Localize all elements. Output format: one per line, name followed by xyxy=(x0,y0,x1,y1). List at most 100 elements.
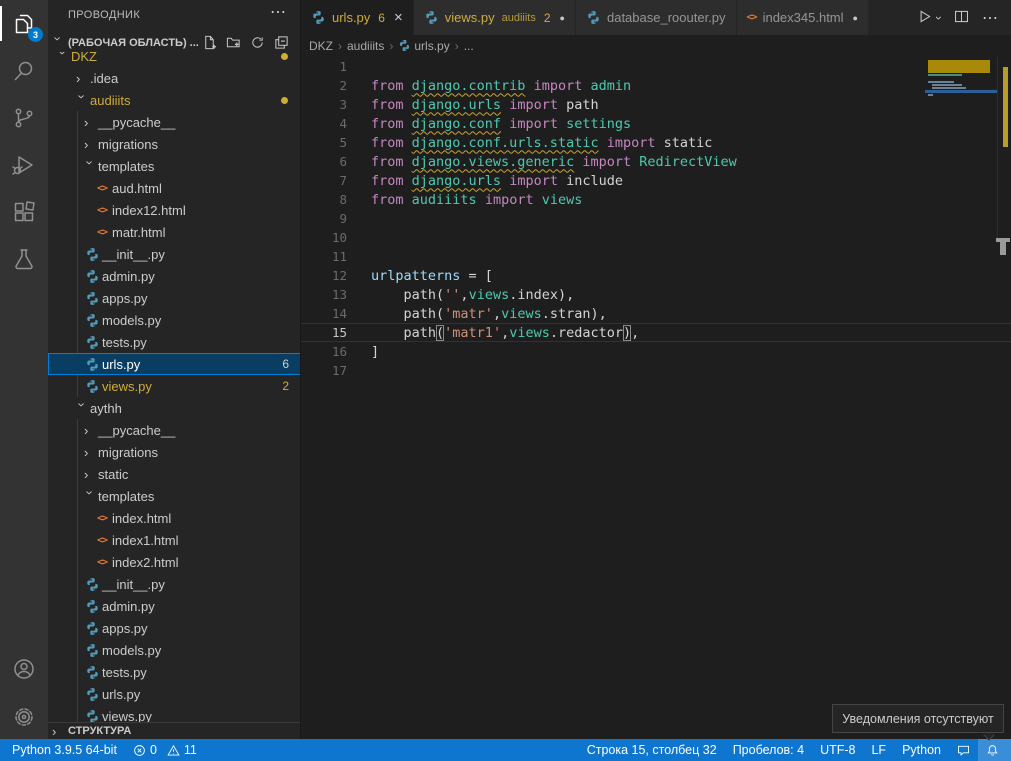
activity-account-icon[interactable] xyxy=(0,645,48,692)
more-actions-icon[interactable]: ⋯ xyxy=(982,8,999,28)
tree-file-views.py[interactable]: views.py2 xyxy=(48,375,301,397)
activity-run-debug-icon[interactable] xyxy=(0,141,48,188)
workspace-section-header[interactable]: › (РАБОЧАЯ ОБЛАСТЬ) ... xyxy=(48,33,300,52)
tree-folder-.idea[interactable]: ›.idea xyxy=(48,67,301,89)
python-interpreter-status[interactable]: Python 3.9.5 64-bit xyxy=(0,739,125,761)
activity-source-control-icon[interactable] xyxy=(0,94,48,141)
status-eol[interactable]: LF xyxy=(863,739,894,761)
tree-folder-DKZ[interactable]: ›DKZ xyxy=(48,52,301,67)
tree-folder-migrations[interactable]: ›migrations xyxy=(48,133,301,155)
problems-count-badge: 2 xyxy=(282,379,289,393)
tree-file-index.html[interactable]: <>index.html xyxy=(48,507,301,529)
status-encoding[interactable]: UTF-8 xyxy=(812,739,863,761)
code-editor[interactable]: 12from django.contrib import admin3from … xyxy=(301,57,1011,739)
tree-file-urls.py[interactable]: urls.py6 xyxy=(48,353,301,375)
tree-file-admin.py[interactable]: admin.py xyxy=(48,265,301,287)
code-line-5: 5from django.conf.urls.static import sta… xyxy=(301,133,1011,152)
notification-tooltip: Уведомления отсутствуют xyxy=(832,704,1004,733)
tab-views.py[interactable]: views.pyaudiiits2● xyxy=(414,0,576,35)
notifications-bell-icon[interactable] xyxy=(978,739,1011,761)
tree-folder-static[interactable]: ›static xyxy=(48,463,301,485)
editor-tab-bar: urls.py6×views.pyaudiiits2●database_roou… xyxy=(301,0,1011,35)
tree-file-admin.py[interactable]: admin.py xyxy=(48,595,301,617)
refresh-icon[interactable] xyxy=(248,34,266,52)
tree-item-label: views.py xyxy=(102,709,152,723)
activity-extensions-icon[interactable] xyxy=(0,188,48,235)
tree-item-label: tests.py xyxy=(102,335,147,350)
tree-folder-aythh[interactable]: ›aythh xyxy=(48,397,301,419)
python-file-icon xyxy=(84,313,100,328)
tree-file-models.py[interactable]: models.py xyxy=(48,309,301,331)
breadcrumb-item[interactable]: DKZ xyxy=(309,39,333,53)
status-language-mode[interactable]: Python xyxy=(894,739,949,761)
chevron-right-icon: › xyxy=(84,138,96,151)
python-file-icon xyxy=(424,10,439,25)
tab-database_roouter.py[interactable]: database_roouter.py xyxy=(576,0,737,35)
tree-item-label: index12.html xyxy=(112,203,186,218)
collapse-all-icon[interactable] xyxy=(272,34,290,52)
tree-item-label: models.py xyxy=(102,643,161,658)
tree-file-__init__.py[interactable]: __init__.py xyxy=(48,243,301,265)
tree-file-aud.html[interactable]: <>aud.html xyxy=(48,177,301,199)
code-line-12: 12urlpatterns = [ xyxy=(301,266,1011,285)
tree-folder-templates[interactable]: ›templates xyxy=(48,485,301,507)
feedback-icon[interactable] xyxy=(949,739,978,761)
close-icon[interactable]: × xyxy=(394,9,403,26)
chevron-right-icon: › xyxy=(76,72,88,85)
overview-ruler-warning-marker xyxy=(1003,67,1008,147)
code-line-14: 14 path('matr',views.stran), xyxy=(301,304,1011,323)
code-line-17: 17 xyxy=(301,361,1011,380)
tab-index345.html[interactable]: <>index345.html● xyxy=(737,0,869,35)
problems-status[interactable]: 0 11 xyxy=(125,739,205,761)
tree-file-apps.py[interactable]: apps.py xyxy=(48,287,301,309)
tree-file-tests.py[interactable]: tests.py xyxy=(48,661,301,683)
tree-file-urls.py[interactable]: urls.py xyxy=(48,683,301,705)
tree-file-tests.py[interactable]: tests.py xyxy=(48,331,301,353)
breadcrumb-item[interactable]: urls.py xyxy=(414,39,449,53)
tree-file-models.py[interactable]: models.py xyxy=(48,639,301,661)
activity-testing-icon[interactable] xyxy=(0,235,48,282)
code-line-1: 1 xyxy=(301,57,1011,76)
python-file-icon xyxy=(586,10,601,25)
minimap[interactable] xyxy=(925,57,997,257)
activity-settings-icon[interactable] xyxy=(0,693,48,740)
line-number: 8 xyxy=(301,192,347,207)
scrollbar-handle[interactable] xyxy=(1000,242,1006,255)
tree-item-label: __init__.py xyxy=(102,247,165,262)
tree-file-index2.html[interactable]: <>index2.html xyxy=(48,551,301,573)
tree-item-label: aythh xyxy=(90,401,122,416)
tree-file-index12.html[interactable]: <>index12.html xyxy=(48,199,301,221)
status-indentation[interactable]: Пробелов: 4 xyxy=(725,739,812,761)
tree-folder-__pycache__[interactable]: ›__pycache__ xyxy=(48,419,301,441)
breadcrumb-item[interactable]: ... xyxy=(464,39,474,53)
tree-item-label: aud.html xyxy=(112,181,162,196)
tree-item-label: apps.py xyxy=(102,291,148,306)
tree-folder-__pycache__[interactable]: ›__pycache__ xyxy=(48,111,301,133)
new-file-icon[interactable] xyxy=(200,34,218,52)
new-folder-icon[interactable] xyxy=(224,34,242,52)
status-cursor-position[interactable]: Строка 15, столбец 32 xyxy=(579,739,725,761)
tree-file-index1.html[interactable]: <>index1.html xyxy=(48,529,301,551)
tree-file-matr.html[interactable]: <>matr.html xyxy=(48,221,301,243)
tree-file-views.py[interactable]: views.py xyxy=(48,705,301,722)
run-dropdown-chevron-icon[interactable]: › xyxy=(932,16,946,20)
split-editor-button[interactable] xyxy=(953,8,970,28)
tree-file-__init__.py[interactable]: __init__.py xyxy=(48,573,301,595)
chevron-down-icon: › xyxy=(76,402,89,414)
tab-urls.py[interactable]: urls.py6× xyxy=(301,0,414,35)
run-button[interactable] xyxy=(916,8,933,28)
activity-search-icon[interactable] xyxy=(0,47,48,94)
line-number: 12 xyxy=(301,268,347,283)
line-number: 7 xyxy=(301,173,347,188)
breadcrumb-item[interactable]: audiiits xyxy=(347,39,384,53)
tree-folder-templates[interactable]: ›templates xyxy=(48,155,301,177)
tree-folder-audiiits[interactable]: ›audiiits xyxy=(48,89,301,111)
chevron-right-icon: › xyxy=(52,725,64,738)
breadcrumb-separator: › xyxy=(338,39,342,53)
tree-folder-migrations[interactable]: ›migrations xyxy=(48,441,301,463)
sidebar-more-actions-icon[interactable]: ⋯ xyxy=(270,2,286,22)
minimap-warning-block xyxy=(928,60,990,73)
tree-file-apps.py[interactable]: apps.py xyxy=(48,617,301,639)
activity-explorer-icon[interactable]: 3 xyxy=(0,0,48,47)
outline-section-header[interactable]: › СТРУКТУРА xyxy=(48,722,301,739)
